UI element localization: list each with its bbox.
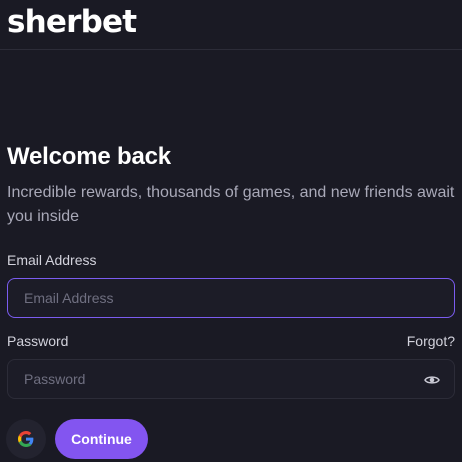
header: sherbet (0, 0, 462, 50)
continue-button[interactable]: Continue (55, 419, 148, 459)
google-signin-button[interactable] (6, 419, 46, 459)
login-page: sherbet Welcome back Incredible rewards,… (0, 0, 462, 462)
forgot-password-link[interactable]: Forgot? (407, 333, 455, 349)
password-label: Password (7, 333, 69, 349)
eye-icon[interactable] (424, 372, 440, 388)
email-input[interactable] (8, 279, 454, 317)
google-icon (18, 431, 34, 447)
password-input[interactable] (8, 360, 454, 398)
page-subtitle: Incredible rewards, thousands of games, … (7, 184, 455, 225)
page-title: Welcome back (7, 143, 171, 170)
password-field-container (7, 359, 455, 399)
sherbet-logo[interactable]: sherbet (7, 0, 137, 40)
email-label: Email Address (7, 252, 97, 268)
logo-text: sherbet (7, 4, 137, 40)
email-field-container (7, 278, 455, 318)
